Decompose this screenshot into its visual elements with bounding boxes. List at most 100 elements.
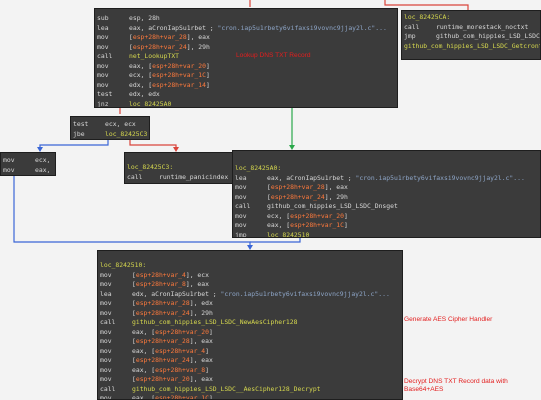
stack-variable[interactable]: esp+28h+var_28 xyxy=(133,33,187,41)
asm-line[interactable]: mov eax, [esp+28h+var_20] xyxy=(100,328,400,336)
asm-line[interactable]: mov [esp+28h+var_24], 29h xyxy=(235,193,538,201)
asm-line[interactable]: mov [esp+28h+var_24], eax xyxy=(100,356,400,364)
block-loc-8242510[interactable]: loc_8242510: mov [esp+28h+var_4], ecx mov [e… xyxy=(97,250,403,400)
asm-line[interactable]: mov eax, [esp+28h+var_20] xyxy=(97,62,395,70)
stack-variable[interactable]: esp+28h+var_28 xyxy=(271,183,325,191)
block-loc-82425ca[interactable]: loc_82425CA: call runtime_morestack_noctxt… xyxy=(401,10,541,60)
stack-variable[interactable]: esp+28h+var_1C xyxy=(155,394,209,399)
asm-line[interactable]: jmp loc_8242510 xyxy=(235,231,538,238)
asm-line[interactable]: mov [esp+28h+var_28], eax xyxy=(97,33,395,41)
asm-operand: ], eax xyxy=(186,33,210,41)
asm-operand: eax, [ xyxy=(132,365,156,374)
stack-variable[interactable]: esp+28h+var_28 xyxy=(136,299,190,307)
asm-mnemonic: lea xyxy=(97,23,109,32)
asm-line[interactable]: mov ecx, [eax] xyxy=(3,156,55,164)
asm-line[interactable]: mov [esp+28h+var_28], eax xyxy=(100,337,400,345)
stack-variable[interactable]: esp+28h+var_24 xyxy=(271,193,325,201)
asm-mnemonic: mov xyxy=(100,394,112,400)
asm-line[interactable]: sub esp, 28h xyxy=(97,14,395,22)
asm-operand: ecx, [ xyxy=(129,71,153,79)
string-comment[interactable]: "cron.iap5u1rbety6vifaxsi9vovnc9jjay2l.c… xyxy=(218,24,387,32)
asm-line[interactable]: mov edx, [esp+28h+var_14] xyxy=(97,81,395,89)
asm-mnemonic: test xyxy=(97,90,113,98)
asm-line[interactable]: test edx, edx xyxy=(97,90,395,98)
asm-line[interactable]: mov [esp+28h+var_8], eax xyxy=(100,280,400,288)
asm-line[interactable]: mov [esp+28h+var_28], eax xyxy=(235,183,538,191)
asm-line[interactable]: mov ecx, [esp+28h+var_20] xyxy=(235,212,538,220)
code-reference[interactable]: loc_8242510 xyxy=(267,231,309,238)
block-loc-82425c3[interactable]: loc_82425C3: call runtime_panicindex xyxy=(124,152,234,184)
asm-operand: ecx, [eax] xyxy=(35,156,55,164)
code-reference[interactable]: net_LookupTXT xyxy=(129,52,179,60)
stack-variable[interactable]: esp+28h+var_8 xyxy=(136,280,186,288)
asm-line[interactable]: mov [esp+28h+var_24], 29h xyxy=(100,309,400,317)
stack-variable[interactable]: esp+28h+var_20 xyxy=(152,62,206,70)
asm-line[interactable]: call github_com_hippies_LSD_LSDC_Dnsget xyxy=(235,202,538,210)
code-reference[interactable]: loc_82425C3 xyxy=(105,130,147,138)
asm-line[interactable]: mov [esp+28h+var_24], 29h xyxy=(97,43,395,51)
block-test-ecx[interactable]: test ecx, ecx jbe loc_82425C3 xyxy=(70,116,150,140)
stack-variable[interactable]: esp+28h+var_24 xyxy=(133,43,187,51)
asm-operand: ] xyxy=(205,80,210,89)
asm-line[interactable]: mov eax, [esp+28h+var_4] xyxy=(100,347,400,355)
stack-variable[interactable]: esp+28h+var_20 xyxy=(290,212,344,220)
string-comment[interactable]: "cron.iap5u1rbety6vifaxsi9vovnc9jjay2l.c… xyxy=(356,174,525,182)
stack-variable[interactable]: esp+28h+var_14 xyxy=(152,81,206,89)
asm-operand: ] xyxy=(205,346,209,355)
asm-line[interactable]: mov [esp+28h+var_20], eax xyxy=(100,375,400,383)
stack-variable[interactable]: esp+28h+var_8 xyxy=(155,366,205,374)
asm-line[interactable]: mov eax, [esp+28h+var_1C] xyxy=(235,221,538,229)
asm-operand: eax, [ xyxy=(132,346,156,355)
stack-variable[interactable]: esp+28h+var_4 xyxy=(136,271,186,279)
asm-mnemonic: mov xyxy=(100,365,112,374)
code-reference[interactable]: github_com_hippies_LSD_LSDC__AesCipher12… xyxy=(132,385,321,393)
asm-line[interactable]: mov eax, [eax+4] xyxy=(3,166,55,174)
stack-variable[interactable]: esp+28h+var_1C xyxy=(290,221,344,229)
block-mov-ecx-eax[interactable]: mov ecx, [eax] mov eax, [eax+4] xyxy=(0,152,56,176)
asm-mnemonic: call xyxy=(100,384,116,393)
asm-mnemonic: mov xyxy=(100,327,112,336)
stack-variable[interactable]: esp+28h+var_28 xyxy=(136,337,190,345)
stack-variable[interactable]: esp+28h+var_1C xyxy=(152,71,206,79)
asm-line[interactable]: lea edx, aCronIapSu1rbet ; "cron.iap5u1rb… xyxy=(100,290,400,298)
asm-line[interactable]: call runtime_morestack_noctxt xyxy=(404,23,538,31)
asm-mnemonic: sub xyxy=(97,14,109,22)
asm-operand: ], ecx xyxy=(185,270,209,279)
asm-operand: eax, aCronIapSu1rbet ; xyxy=(267,173,356,182)
asm-line[interactable]: loc_82425A0: xyxy=(235,164,538,172)
asm-line[interactable]: test ecx, ecx xyxy=(73,120,147,128)
code-reference[interactable]: github_com_hippies_LSD_LSDC_NewAesCipher… xyxy=(132,318,297,326)
asm-line[interactable]: loc_8242510: xyxy=(100,261,400,269)
asm-line[interactable]: jbe loc_82425C3 xyxy=(73,130,147,138)
stack-variable[interactable]: esp+28h+var_20 xyxy=(155,328,209,336)
asm-mnemonic: mov xyxy=(97,71,109,79)
asm-line[interactable]: loc_82425C3: xyxy=(127,163,231,171)
asm-mnemonic: call xyxy=(404,22,420,31)
asm-mnemonic: lea xyxy=(235,173,247,182)
asm-line[interactable]: lea eax, aCronIapSu1rbet ; "cron.iap5u1rb… xyxy=(235,174,538,182)
asm-line[interactable]: call runtime_panicindex xyxy=(127,173,231,181)
asm-line[interactable]: jmp github_com_hippies_LSD_LSDC_Getcronta… xyxy=(404,32,540,40)
asm-line[interactable]: mov [esp+28h+var_28], edx xyxy=(100,299,400,307)
asm-line[interactable]: mov eax, [esp+28h+var_1C] xyxy=(100,394,400,400)
asm-line[interactable]: mov eax, [esp+28h+var_8] xyxy=(100,366,400,374)
asm-line[interactable]: lea eax, aCronIapSu1rbet ; "cron.iap5u1rb… xyxy=(97,24,395,32)
asm-line[interactable]: mov [esp+28h+var_4], ecx xyxy=(100,271,400,279)
stack-variable[interactable]: esp+28h+var_24 xyxy=(136,356,190,364)
code-reference[interactable]: loc_82425A0 xyxy=(129,100,171,108)
asm-line[interactable]: jnz loc_82425A0 xyxy=(97,100,395,108)
asm-line[interactable]: mov ecx, [esp+28h+var_1C] xyxy=(97,71,395,79)
asm-line[interactable]: call github_com_hippies_LSD_LSDC_NewAesCi… xyxy=(100,318,400,326)
asm-line[interactable]: loc_82425CA: xyxy=(404,13,538,21)
asm-mnemonic: mov xyxy=(100,356,112,364)
stack-variable[interactable]: esp+28h+var_24 xyxy=(136,309,190,317)
block-loc-82425a0[interactable]: loc_82425A0: lea eax, aCronIapSu1rbet ; "c… xyxy=(232,150,541,238)
asm-line[interactable]: github_com_hippies_LSD_LSDC_Getcrontab e… xyxy=(404,42,540,50)
asm-operand: ], eax xyxy=(185,280,209,288)
stack-variable[interactable]: esp+28h+var_4 xyxy=(155,347,205,355)
edge-c-to-e xyxy=(129,140,177,150)
asm-operand: ], 29h xyxy=(324,192,348,201)
stack-variable[interactable]: esp+28h+var_20 xyxy=(136,375,190,383)
string-comment[interactable]: "cron.iap5u1rbety6vifaxsi9vovnc9jjay2l.c… xyxy=(221,290,390,298)
asm-line[interactable]: call github_com_hippies_LSD_LSDC__AesCiph… xyxy=(100,385,400,393)
